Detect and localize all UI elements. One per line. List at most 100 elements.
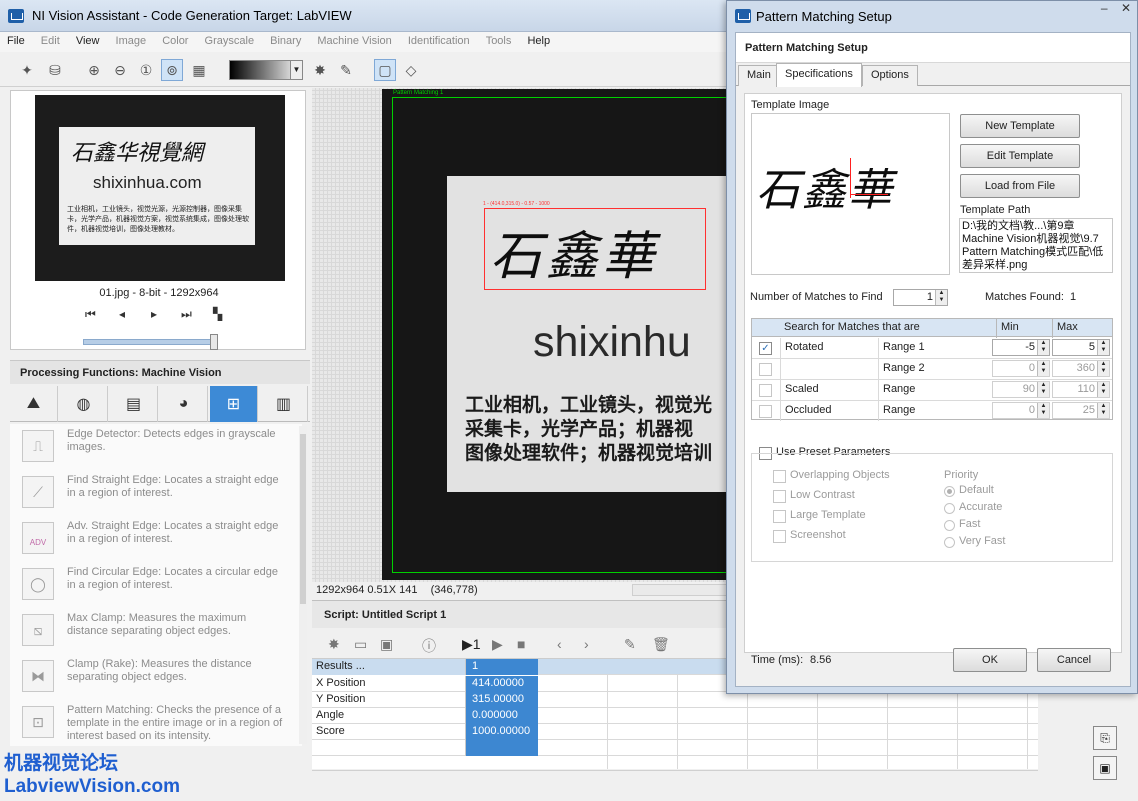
load-from-file-button[interactable]: Load from File <box>960 174 1080 198</box>
table-row[interactable]: Score 1000.00000 <box>312 724 1038 740</box>
zoom-1to1-icon[interactable]: ① <box>135 59 157 81</box>
grayscale-functions-tab-icon[interactable]: ▤ <box>110 386 158 422</box>
menu-machine-vision[interactable]: Machine Vision <box>310 32 397 47</box>
edit-step-icon[interactable]: ✎ <box>624 636 636 653</box>
binary-functions-tab-icon[interactable]: ◕ <box>160 386 208 422</box>
palette-picker[interactable]: ▼ <box>229 60 303 80</box>
viewer-hscrollbar[interactable] <box>632 584 728 596</box>
last-image-icon[interactable]: ⏭ <box>181 307 192 322</box>
menu-identification[interactable]: Identification <box>401 32 476 47</box>
occluded-checkbox[interactable] <box>759 405 772 418</box>
zoom-in-icon[interactable]: ⊕ <box>83 59 105 81</box>
occluded-max-stepper[interactable]: 25 ▲ ▼ <box>1052 402 1110 419</box>
menu-tools[interactable]: Tools <box>479 32 518 47</box>
menu-grayscale[interactable]: Grayscale <box>198 32 261 47</box>
scaled-min-stepper[interactable]: 90 ▲ ▼ <box>992 381 1050 398</box>
spin-arrows-icon[interactable]: ▲ ▼ <box>1097 361 1109 376</box>
spin-arrows-icon[interactable]: ▲ ▼ <box>1037 361 1049 376</box>
script-hscrollbar[interactable] <box>312 770 1038 784</box>
rotated-min-stepper[interactable]: -5 ▲ ▼ <box>992 339 1050 356</box>
spin-arrows-icon[interactable]: ▲ ▼ <box>1097 382 1109 397</box>
tab-options[interactable]: Options <box>862 65 918 86</box>
color-functions-tab-icon[interactable]: ◍ <box>60 386 108 422</box>
template-path-field[interactable]: D:\我的文档\教...\第9章 Machine Vision机器视觉\9.7 … <box>959 218 1113 273</box>
load-image-icon[interactable]: ⛁ <box>44 59 66 81</box>
spin-arrows-icon[interactable]: ▲ ▼ <box>1037 340 1049 355</box>
priority-very-fast-radio[interactable] <box>944 537 955 548</box>
rectangle-roi-icon[interactable]: ▢ <box>374 59 396 81</box>
menu-edit[interactable]: Edit <box>34 32 66 47</box>
new-template-button[interactable]: New Template <box>960 114 1080 138</box>
cancel-button[interactable]: Cancel <box>1037 648 1111 672</box>
save-script-icon[interactable]: ▣ <box>380 636 393 653</box>
save-icon[interactable]: ▣ <box>1093 756 1117 780</box>
scaled-checkbox[interactable] <box>759 384 772 397</box>
stop-icon[interactable]: ■ <box>517 636 525 652</box>
spin-arrows-icon[interactable]: ▲ ▼ <box>1097 340 1109 355</box>
menu-image[interactable]: Image <box>109 32 153 47</box>
function-clamp-rake[interactable]: ⧓ Clamp (Rake): Measures the distance se… <box>10 654 300 700</box>
acquire-image-icon[interactable]: ✦ <box>16 59 38 81</box>
function-adv-straight-edge[interactable]: ADV Adv. Straight Edge: Locates a straig… <box>10 516 300 562</box>
spin-arrows-icon[interactable]: ▲ ▼ <box>935 290 947 305</box>
ok-button[interactable]: OK <box>953 648 1027 672</box>
table-row[interactable]: Angle 0.000000 <box>312 708 1038 724</box>
function-max-clamp[interactable]: ⧅ Max Clamp: Measures the maximum distan… <box>10 608 300 654</box>
run-icon[interactable]: ▶ <box>492 636 503 653</box>
num-matches-stepper[interactable]: 1 ▲ ▼ <box>893 289 948 306</box>
menu-file[interactable]: File <box>0 32 31 47</box>
threshold-icon[interactable]: ✸ <box>309 59 331 81</box>
tab-specifications[interactable]: Specifications <box>776 63 862 87</box>
spin-arrows-icon[interactable]: ▲ ▼ <box>1097 403 1109 418</box>
tab-main[interactable]: Main <box>738 65 780 86</box>
run-once-icon[interactable]: ▶1 <box>462 636 481 653</box>
range2-min-stepper[interactable]: 0 ▲ ▼ <box>992 360 1050 377</box>
prev-image-icon[interactable]: ◂ <box>119 307 125 321</box>
step-forward-icon[interactable]: › <box>584 636 589 652</box>
function-find-circular-edge[interactable]: ◯ Find Circular Edge: Locates a circular… <box>10 562 300 608</box>
step-info-icon[interactable]: ⓘ <box>422 636 436 656</box>
close-icon[interactable]: ✕ <box>1121 1 1131 15</box>
spin-arrows-icon[interactable]: ▲ ▼ <box>1037 403 1049 418</box>
function-edge-detector[interactable]: ⎍ Edge Detector: Detects edges in graysc… <box>10 424 300 470</box>
occluded-min-stepper[interactable]: 0 ▲ ▼ <box>992 402 1050 419</box>
image-functions-tab-icon[interactable]: ⛰ <box>10 386 58 422</box>
low-contrast-checkbox[interactable] <box>773 490 786 503</box>
priority-fast-radio[interactable] <box>944 520 955 531</box>
menu-help[interactable]: Help <box>520 32 556 47</box>
edit-template-button[interactable]: Edit Template <box>960 144 1080 168</box>
large-template-checkbox[interactable] <box>773 510 786 523</box>
zoom-out-icon[interactable]: ⊖ <box>109 59 131 81</box>
new-script-icon[interactable]: ✸ <box>328 636 340 653</box>
table-row[interactable]: Y Position 315.00000 <box>312 692 1038 708</box>
image-overlay-icon[interactable]: ▦ <box>188 59 210 81</box>
thumbnail-image[interactable]: 石鑫华視覺網 shixinhua.com 工业相机，工业镜头，视觉光源，光源控制… <box>35 95 285 281</box>
range2-max-stepper[interactable]: 360 ▲ ▼ <box>1052 360 1110 377</box>
function-find-straight-edge[interactable]: ⟋ Find Straight Edge: Locates a straight… <box>10 470 300 516</box>
menu-binary[interactable]: Binary <box>263 32 307 47</box>
delete-step-icon[interactable]: 🗑 <box>652 636 670 653</box>
priority-accurate-radio[interactable] <box>944 503 955 514</box>
first-image-icon[interactable]: ⏮ <box>85 307 96 322</box>
image-slider[interactable] <box>83 334 218 350</box>
rotated-rect-roi-icon[interactable]: ◇ <box>400 59 422 81</box>
slider-knob[interactable] <box>210 334 218 350</box>
overlapping-objects-checkbox[interactable] <box>773 470 786 483</box>
roi-rectangle[interactable] <box>392 97 732 573</box>
browse-mode-icon[interactable]: ▚ <box>213 307 222 321</box>
screenshot-checkbox[interactable] <box>773 530 786 543</box>
step-back-icon[interactable]: ‹ <box>557 636 562 652</box>
function-list-scrollbar[interactable] <box>299 426 307 744</box>
machine-vision-tab-icon[interactable]: ⊞ <box>210 386 258 422</box>
zoom-fit-icon[interactable]: ⊚ <box>161 59 183 81</box>
export-icon[interactable]: ⎘ <box>1093 726 1117 750</box>
rotated-checkbox[interactable]: ✓ <box>759 342 772 355</box>
function-pattern-matching[interactable]: ⊡ Pattern Matching: Checks the presence … <box>10 700 300 746</box>
minimize-icon[interactable]: – <box>1101 1 1108 15</box>
priority-default-radio[interactable] <box>944 486 955 497</box>
open-script-icon[interactable]: ▭ <box>354 636 367 653</box>
menu-color[interactable]: Color <box>155 32 194 47</box>
scaled-max-stepper[interactable]: 110 ▲ ▼ <box>1052 381 1110 398</box>
brush-icon[interactable]: ✎ <box>335 59 357 81</box>
chevron-down-icon[interactable]: ▼ <box>290 61 302 79</box>
